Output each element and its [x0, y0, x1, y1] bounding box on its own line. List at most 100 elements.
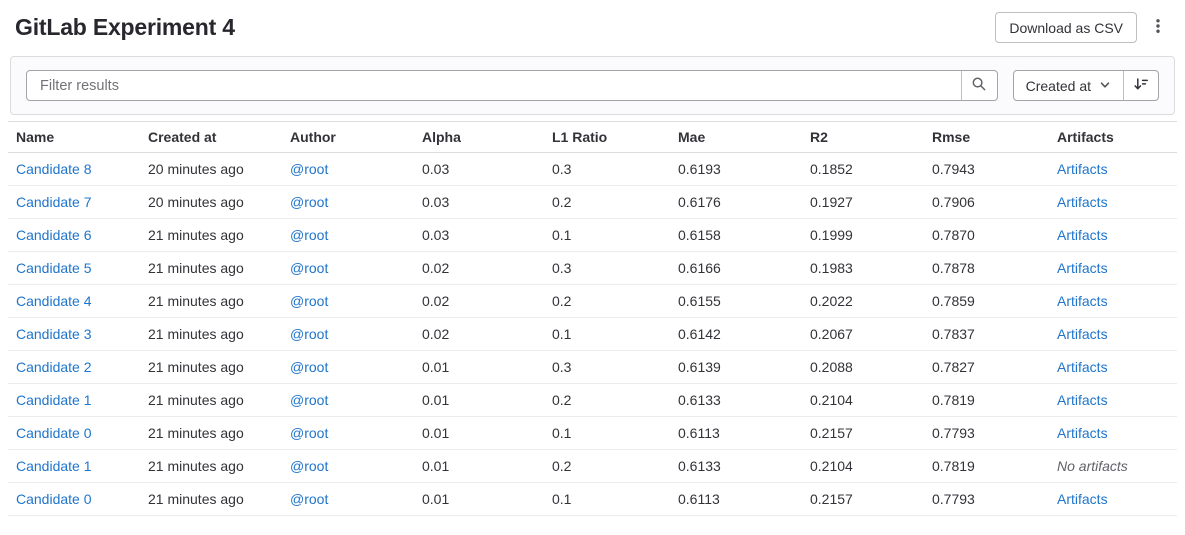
results-table-body: Candidate 8 20 minutes ago @root 0.03 0.… [8, 153, 1177, 516]
author-link[interactable]: @root [290, 260, 328, 276]
created-at-value: 21 minutes ago [148, 392, 244, 408]
mae-value: 0.6193 [678, 161, 721, 177]
more-actions-button[interactable] [1145, 16, 1171, 39]
table-row: Candidate 5 21 minutes ago @root 0.02 0.… [8, 252, 1177, 285]
artifacts-link[interactable]: Artifacts [1057, 227, 1108, 243]
created-at-value: 21 minutes ago [148, 458, 244, 474]
alpha-value: 0.01 [422, 458, 449, 474]
r2-value: 0.1852 [810, 161, 853, 177]
mae-value: 0.6133 [678, 458, 721, 474]
rmse-value: 0.7859 [932, 293, 975, 309]
column-header-artifacts: Artifacts [1049, 122, 1177, 153]
l1-ratio-value: 0.3 [552, 161, 571, 177]
sort-field-dropdown[interactable]: Created at [1014, 71, 1123, 100]
author-link[interactable]: @root [290, 425, 328, 441]
column-header-name: Name [8, 122, 140, 153]
author-link[interactable]: @root [290, 491, 328, 507]
search-box [26, 70, 998, 101]
table-row: Candidate 4 21 minutes ago @root 0.02 0.… [8, 285, 1177, 318]
artifacts-link[interactable]: Artifacts [1057, 425, 1108, 441]
r2-value: 0.2157 [810, 491, 853, 507]
table-row: Candidate 7 20 minutes ago @root 0.03 0.… [8, 186, 1177, 219]
artifacts-link[interactable]: Artifacts [1057, 161, 1108, 177]
column-header-mae: Mae [670, 122, 802, 153]
l1-ratio-value: 0.1 [552, 425, 571, 441]
sort-direction-button[interactable] [1123, 71, 1158, 100]
candidate-link[interactable]: Candidate 0 [16, 425, 92, 441]
author-link[interactable]: @root [290, 227, 328, 243]
artifacts-link[interactable]: Artifacts [1057, 491, 1108, 507]
artifacts-link[interactable]: Artifacts [1057, 293, 1108, 309]
l1-ratio-value: 0.3 [552, 260, 571, 276]
artifacts-link[interactable]: Artifacts [1057, 392, 1108, 408]
l1-ratio-value: 0.2 [552, 194, 571, 210]
table-row: Candidate 0 21 minutes ago @root 0.01 0.… [8, 483, 1177, 516]
candidate-link[interactable]: Candidate 2 [16, 359, 92, 375]
candidate-link[interactable]: Candidate 5 [16, 260, 92, 276]
download-csv-button[interactable]: Download as CSV [995, 12, 1137, 43]
table-row: Candidate 1 21 minutes ago @root 0.01 0.… [8, 384, 1177, 417]
r2-value: 0.1927 [810, 194, 853, 210]
r2-value: 0.1983 [810, 260, 853, 276]
chevron-down-icon [1099, 78, 1111, 94]
mae-value: 0.6166 [678, 260, 721, 276]
author-link[interactable]: @root [290, 161, 328, 177]
search-input[interactable] [27, 71, 961, 100]
r2-value: 0.1999 [810, 227, 853, 243]
created-at-value: 21 minutes ago [148, 491, 244, 507]
mae-value: 0.6133 [678, 392, 721, 408]
artifacts-link[interactable]: Artifacts [1057, 326, 1108, 342]
artifacts-link[interactable]: Artifacts [1057, 194, 1108, 210]
alpha-value: 0.03 [422, 194, 449, 210]
no-artifacts-label: No artifacts [1057, 458, 1128, 474]
created-at-value: 20 minutes ago [148, 194, 244, 210]
l1-ratio-value: 0.3 [552, 359, 571, 375]
table-row: Candidate 3 21 minutes ago @root 0.02 0.… [8, 318, 1177, 351]
rmse-value: 0.7878 [932, 260, 975, 276]
sort-field-label: Created at [1026, 78, 1091, 94]
l1-ratio-value: 0.2 [552, 392, 571, 408]
alpha-value: 0.01 [422, 359, 449, 375]
search-button[interactable] [961, 71, 997, 100]
rmse-value: 0.7819 [932, 458, 975, 474]
table-header-row: Name Created at Author Alpha L1 Ratio Ma… [8, 122, 1177, 153]
candidate-link[interactable]: Candidate 4 [16, 293, 92, 309]
kebab-menu-icon [1150, 18, 1166, 37]
r2-value: 0.2067 [810, 326, 853, 342]
candidate-link[interactable]: Candidate 1 [16, 392, 92, 408]
table-row: Candidate 2 21 minutes ago @root 0.01 0.… [8, 351, 1177, 384]
experiment-results-table: Name Created at Author Alpha L1 Ratio Ma… [8, 121, 1177, 516]
mae-value: 0.6139 [678, 359, 721, 375]
alpha-value: 0.02 [422, 260, 449, 276]
filter-bar: Created at [10, 56, 1175, 115]
created-at-value: 21 minutes ago [148, 293, 244, 309]
candidate-link[interactable]: Candidate 7 [16, 194, 92, 210]
alpha-value: 0.03 [422, 161, 449, 177]
author-link[interactable]: @root [290, 458, 328, 474]
artifacts-link[interactable]: Artifacts [1057, 359, 1108, 375]
candidate-link[interactable]: Candidate 0 [16, 491, 92, 507]
author-link[interactable]: @root [290, 359, 328, 375]
author-link[interactable]: @root [290, 194, 328, 210]
author-link[interactable]: @root [290, 326, 328, 342]
l1-ratio-value: 0.1 [552, 491, 571, 507]
candidate-link[interactable]: Candidate 3 [16, 326, 92, 342]
candidate-link[interactable]: Candidate 6 [16, 227, 92, 243]
created-at-value: 21 minutes ago [148, 359, 244, 375]
created-at-value: 21 minutes ago [148, 425, 244, 441]
rmse-value: 0.7819 [932, 392, 975, 408]
artifacts-link[interactable]: Artifacts [1057, 260, 1108, 276]
alpha-value: 0.02 [422, 293, 449, 309]
table-row: Candidate 8 20 minutes ago @root 0.03 0.… [8, 153, 1177, 186]
author-link[interactable]: @root [290, 392, 328, 408]
candidate-link[interactable]: Candidate 1 [16, 458, 92, 474]
author-link[interactable]: @root [290, 293, 328, 309]
table-row: Candidate 0 21 minutes ago @root 0.01 0.… [8, 417, 1177, 450]
l1-ratio-value: 0.2 [552, 293, 571, 309]
column-header-rmse: Rmse [924, 122, 1049, 153]
r2-value: 0.2104 [810, 458, 853, 474]
created-at-value: 20 minutes ago [148, 161, 244, 177]
r2-value: 0.2022 [810, 293, 853, 309]
candidate-link[interactable]: Candidate 8 [16, 161, 92, 177]
rmse-value: 0.7793 [932, 491, 975, 507]
